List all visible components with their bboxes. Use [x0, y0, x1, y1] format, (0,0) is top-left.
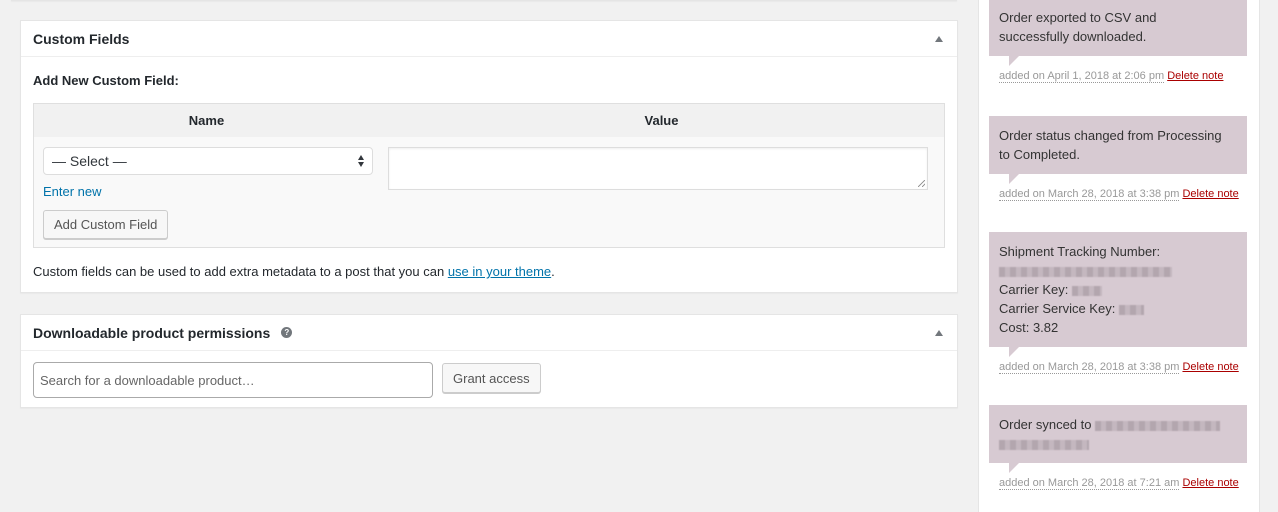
column-header-name: Name — [188, 113, 225, 128]
note-text-line: Order status changed from Processing — [999, 128, 1222, 143]
note-content: Order synced to — [989, 405, 1247, 473]
downloadable-product-search-input[interactable]: Search for a downloadable product… — [33, 362, 433, 398]
note-text-line: Order exported to CSV and — [999, 10, 1157, 25]
order-note: Shipment Tracking Number: Carrier Key: C… — [989, 232, 1247, 375]
collapse-arrow-icon[interactable] — [935, 36, 943, 42]
note-date: added on March 28, 2018 at 3:38 pm — [999, 361, 1180, 374]
note-date: added on March 28, 2018 at 7:21 am — [999, 477, 1180, 490]
downloadable-permissions-metabox: Downloadable product permissions ? Searc… — [20, 314, 958, 408]
description-period: . — [551, 264, 555, 279]
custom-fields-title: Custom Fields — [33, 30, 130, 47]
synced-line-redacted — [999, 434, 1237, 453]
note-text-line: successfully downloaded. — [999, 29, 1147, 44]
note-meta: added on March 28, 2018 at 7:21 am Delet… — [989, 475, 1247, 491]
downloadable-permissions-header[interactable]: Downloadable product permissions ? — [21, 315, 957, 351]
note-meta: added on March 28, 2018 at 3:38 pm Delet… — [989, 186, 1247, 202]
description-text: Custom fields can be used to add extra m… — [33, 264, 448, 279]
carrier-service-key-line: Carrier Service Key: — [999, 299, 1237, 318]
add-new-custom-field-label: Add New Custom Field: — [33, 73, 179, 88]
note-meta: added on March 28, 2018 at 3:38 pm Delet… — [989, 359, 1247, 375]
select-arrows-icon — [358, 155, 366, 169]
previous-metabox-edge — [11, 0, 957, 1]
column-header-value: Value — [644, 113, 679, 128]
grant-access-button[interactable]: Grant access — [442, 363, 541, 393]
carrier-key-line: Carrier Key: — [999, 280, 1237, 299]
delete-note-link[interactable]: Delete note — [1167, 70, 1223, 82]
cost-line: Cost: 3.82 — [999, 320, 1059, 335]
downloadable-permissions-title: Downloadable product permissions — [33, 324, 271, 341]
collapse-arrow-icon[interactable] — [935, 330, 943, 336]
custom-field-name-select[interactable]: — Select — — [43, 147, 373, 175]
order-notes-panel: Order exported to CSV and successfully d… — [978, 0, 1260, 512]
order-note: Order exported to CSV and successfully d… — [989, 0, 1247, 84]
help-icon[interactable]: ? — [281, 327, 293, 338]
order-note: Order status changed from Processing to … — [989, 116, 1247, 202]
custom-fields-metabox: Custom Fields Add New Custom Field: Name… — [20, 20, 958, 293]
custom-fields-description: Custom fields can be used to add extra m… — [33, 264, 945, 279]
note-content: Shipment Tracking Number: Carrier Key: C… — [989, 232, 1247, 357]
tracking-heading: Shipment Tracking Number: — [999, 244, 1161, 259]
note-content: Order status changed from Processing to … — [989, 116, 1247, 184]
note-text-line: to Completed. — [999, 147, 1080, 162]
custom-fields-header[interactable]: Custom Fields — [21, 21, 957, 57]
order-note: Order synced to added on March 28, 2018 … — [989, 405, 1247, 491]
resize-handle-icon[interactable] — [918, 180, 925, 187]
synced-line: Order synced to — [999, 415, 1237, 434]
select-value: — Select — — [52, 153, 127, 169]
note-date: added on April 1, 2018 at 2:06 pm — [999, 70, 1165, 83]
add-custom-field-button[interactable]: Add Custom Field — [43, 210, 169, 239]
delete-note-link[interactable]: Delete note — [1182, 477, 1238, 489]
delete-note-link[interactable]: Delete note — [1182, 361, 1238, 373]
note-meta: added on April 1, 2018 at 2:06 pm Delete… — [989, 68, 1247, 84]
custom-field-table: Name Value — Select — Enter new Add Cust… — [33, 103, 945, 248]
custom-field-table-header: Name Value — [34, 104, 944, 137]
tracking-number-redacted — [999, 261, 1237, 280]
use-in-your-theme-link[interactable]: use in your theme — [448, 264, 551, 279]
note-date: added on March 28, 2018 at 3:38 pm — [999, 188, 1180, 201]
delete-note-link[interactable]: Delete note — [1182, 188, 1238, 200]
enter-new-link[interactable]: Enter new — [43, 184, 102, 199]
note-content: Order exported to CSV and successfully d… — [989, 0, 1247, 66]
custom-field-value-textarea[interactable] — [388, 147, 928, 190]
